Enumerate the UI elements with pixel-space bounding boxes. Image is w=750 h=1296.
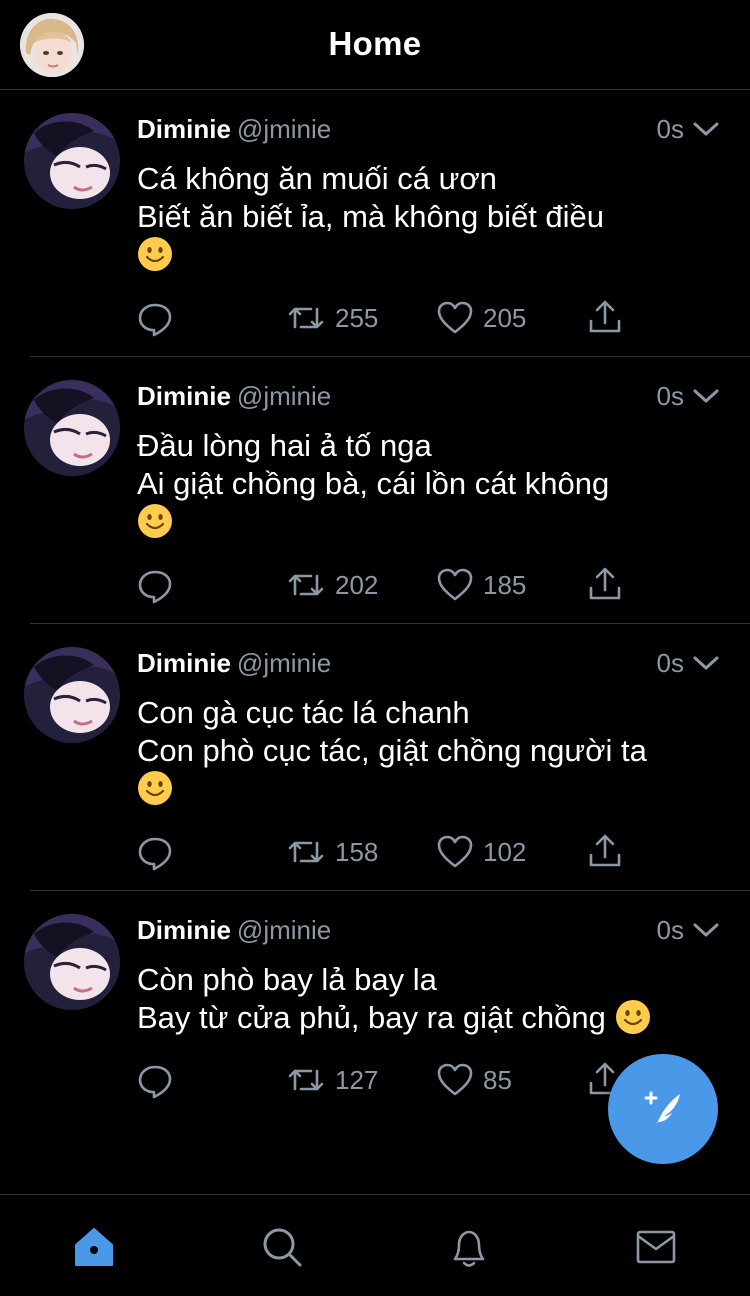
like-button[interactable]: 205 [437, 301, 526, 335]
avatar[interactable] [24, 113, 120, 209]
share-icon [589, 300, 621, 333]
username[interactable]: @jminie [237, 915, 331, 945]
compose-tweet-button[interactable] [608, 1054, 718, 1164]
timestamp: 0s [656, 648, 684, 678]
tweet-text: Con gà cục tác lá chanh Con phò cục tác,… [137, 694, 697, 808]
chevron-down-icon[interactable] [692, 921, 720, 939]
smiling-face-emoji [138, 771, 172, 805]
home-icon[interactable] [72, 1225, 116, 1269]
tweet-text: Cá không ăn muối cá ươn Biết ăn biết ỉa,… [137, 160, 697, 274]
tweet-line: Ai giật chồng bà, cái lồn cát không [137, 466, 610, 501]
messages-icon[interactable] [634, 1225, 678, 1269]
tweet-line: Cá không ăn muối cá ươn [137, 161, 497, 196]
retweet-icon [288, 1069, 324, 1091]
notifications-icon[interactable] [447, 1225, 491, 1269]
heart-icon [437, 1063, 473, 1096]
username[interactable]: @jminie [237, 381, 331, 411]
tweet-line-emoji: 🙂 [137, 503, 697, 541]
bottom-tab-bar [0, 1194, 750, 1296]
heart-icon [437, 835, 473, 868]
retweet-icon [288, 574, 324, 596]
like-count: 205 [483, 302, 527, 333]
reply-button[interactable] [137, 1063, 173, 1099]
tweet-header: Diminie @jminie [137, 648, 331, 679]
avatar[interactable] [24, 914, 120, 1010]
heart-icon [437, 568, 473, 601]
tweet[interactable]: Diminie @jminie 0s Con gà cục tác lá chan… [0, 624, 750, 891]
reply-icon [138, 837, 172, 871]
tweet-line-emoji: 🙂 [137, 236, 697, 274]
retweet-icon [288, 841, 324, 863]
tweet-header: Diminie @jminie [137, 114, 331, 145]
avatar[interactable] [24, 380, 120, 476]
share-button[interactable] [587, 566, 623, 602]
retweet-count: 255 [335, 302, 379, 333]
tweet-line: Con gà cục tác lá chanh [137, 695, 470, 730]
like-button[interactable]: 85 [437, 1063, 512, 1097]
reply-button[interactable] [137, 835, 173, 871]
reply-icon [138, 303, 172, 337]
tweet[interactable]: Diminie @jminie 0s Đầu lòng hai ả tố nga … [0, 357, 750, 624]
tweet[interactable]: Diminie @jminie 0s Cá không ăn muối cá ươ… [0, 90, 750, 357]
timestamp: 0s [656, 915, 684, 945]
chevron-down-icon[interactable] [692, 387, 720, 405]
display-name[interactable]: Diminie [137, 648, 231, 678]
tweet-line: Biết ăn biết ỉa, mà không biết điều [137, 199, 605, 234]
compose-tweet-icon [644, 1091, 680, 1126]
smiling-face-emoji [138, 504, 172, 538]
retweet-icon [288, 307, 324, 329]
avatar[interactable] [24, 647, 120, 743]
page-title: Home [328, 25, 422, 62]
like-count: 85 [483, 1064, 512, 1095]
search-icon[interactable] [260, 1225, 304, 1269]
retweet-button[interactable]: 255 [287, 301, 378, 335]
reply-button[interactable] [137, 301, 173, 337]
top-bar: Home [0, 0, 750, 90]
like-count: 102 [483, 836, 527, 867]
retweet-button[interactable]: 158 [287, 835, 378, 869]
reply-icon [138, 1065, 172, 1099]
retweet-count: 202 [335, 569, 379, 600]
chevron-down-icon[interactable] [692, 120, 720, 138]
heart-icon [437, 301, 473, 334]
tweet-line: Con phò cục tác, giật chồng người ta [137, 733, 647, 768]
like-count: 185 [483, 569, 527, 600]
tweet-header: Diminie @jminie [137, 381, 331, 412]
display-name[interactable]: Diminie [137, 114, 231, 144]
tweet-line: Còn phò bay lả bay la [137, 962, 437, 997]
username[interactable]: @jminie [237, 114, 331, 144]
timestamp: 0s [656, 114, 684, 144]
smiling-face-emoji [138, 237, 172, 271]
reply-button[interactable] [137, 568, 173, 604]
smiling-face-emoji [615, 1000, 650, 1034]
chevron-down-icon[interactable] [692, 654, 720, 672]
tweet-line-emoji: 🙂 [137, 770, 697, 808]
display-name[interactable]: Diminie [137, 381, 231, 411]
retweet-count: 127 [335, 1064, 379, 1095]
retweet-count: 158 [335, 836, 379, 867]
tweet-header: Diminie @jminie [137, 915, 331, 946]
reply-icon [138, 570, 172, 604]
tweet-line: Bay từ cửa phủ, bay ra giật chồng [137, 999, 697, 1037]
retweet-button[interactable]: 202 [287, 568, 378, 602]
share-button[interactable] [587, 299, 623, 335]
share-icon [589, 834, 621, 867]
tweet-line: Đầu lòng hai ả tố nga [137, 428, 432, 463]
retweet-button[interactable]: 127 [287, 1063, 378, 1097]
share-button[interactable] [587, 833, 623, 869]
username[interactable]: @jminie [237, 648, 331, 678]
tweet-text: Đầu lòng hai ả tố nga Ai giật chồng bà, … [137, 427, 697, 541]
share-icon [589, 567, 621, 600]
like-button[interactable]: 102 [437, 835, 526, 869]
tweet-text: Còn phò bay lả bay la Bay từ cửa phủ, ba… [137, 961, 697, 1037]
display-name[interactable]: Diminie [137, 915, 231, 945]
timestamp: 0s [656, 381, 684, 411]
like-button[interactable]: 185 [437, 568, 526, 602]
